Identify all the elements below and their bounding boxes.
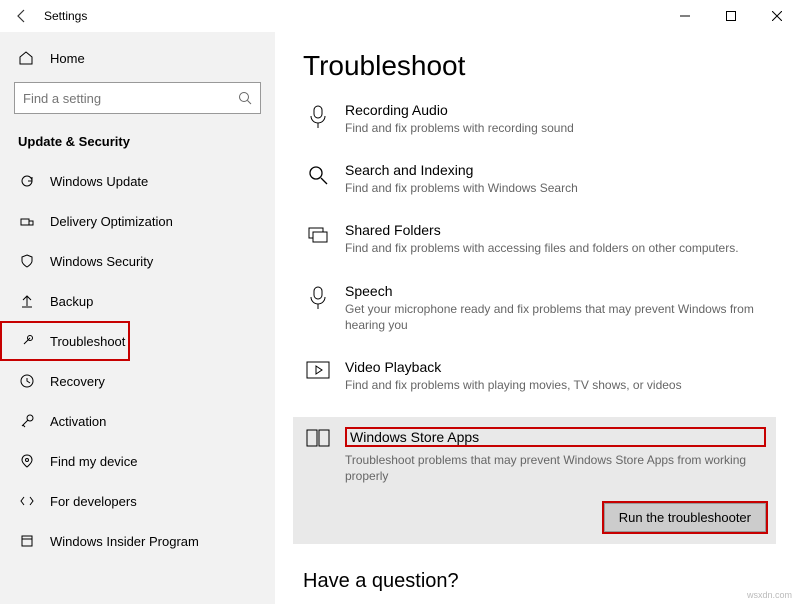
sidebar-item-delivery-optimization[interactable]: Delivery Optimization xyxy=(0,201,275,241)
sidebar-item-label: Find my device xyxy=(50,454,137,469)
troubleshooter-desc: Find and fix problems with Windows Searc… xyxy=(345,180,770,196)
recovery-icon xyxy=(18,373,36,389)
shield-icon xyxy=(18,253,36,269)
sidebar-home-label: Home xyxy=(50,51,85,66)
troubleshooter-video-playback[interactable]: Video Playback Find and fix problems wit… xyxy=(303,357,770,395)
home-icon xyxy=(18,50,36,66)
close-button[interactable] xyxy=(754,0,800,32)
sidebar-home[interactable]: Home xyxy=(0,38,275,78)
sidebar-item-for-developers[interactable]: For developers xyxy=(0,481,275,521)
troubleshooter-list: Recording Audio Find and fix problems wi… xyxy=(303,100,770,544)
sidebar-item-label: Backup xyxy=(50,294,93,309)
troubleshooter-title: Video Playback xyxy=(345,359,770,375)
search-icon xyxy=(303,164,333,186)
troubleshooter-desc: Find and fix problems with playing movie… xyxy=(345,377,770,393)
troubleshooter-desc: Find and fix problems with accessing fil… xyxy=(345,240,770,256)
minimize-button[interactable] xyxy=(662,0,708,32)
troubleshooter-title: Windows Store Apps xyxy=(345,427,766,447)
sidebar-item-insider[interactable]: Windows Insider Program xyxy=(0,521,275,561)
code-icon xyxy=(18,493,36,509)
sidebar: Home Update & Security Windows Update De… xyxy=(0,32,275,604)
troubleshooter-title: Recording Audio xyxy=(345,102,770,118)
sidebar-item-label: Windows Insider Program xyxy=(50,534,199,549)
delivery-icon xyxy=(18,213,36,229)
insider-icon xyxy=(18,533,36,549)
run-troubleshooter-button[interactable]: Run the troubleshooter xyxy=(604,503,766,532)
sidebar-item-label: Recovery xyxy=(50,374,105,389)
sync-icon xyxy=(18,173,36,189)
window-title: Settings xyxy=(44,9,87,23)
microphone-icon xyxy=(303,104,333,130)
sidebar-item-backup[interactable]: Backup xyxy=(0,281,275,321)
maximize-button[interactable] xyxy=(708,0,754,32)
content-area: Troubleshoot Recording Audio Find and fi… xyxy=(275,32,800,604)
troubleshooter-speech[interactable]: Speech Get your microphone ready and fix… xyxy=(303,281,770,335)
troubleshooter-title: Shared Folders xyxy=(345,222,770,238)
sidebar-item-activation[interactable]: Activation xyxy=(0,401,275,441)
apps-icon xyxy=(303,429,333,447)
sidebar-item-windows-security[interactable]: Windows Security xyxy=(0,241,275,281)
troubleshooter-windows-store-apps[interactable]: Windows Store Apps Troubleshoot problems… xyxy=(293,417,776,543)
microphone-icon xyxy=(303,285,333,311)
page-title: Troubleshoot xyxy=(303,50,770,82)
troubleshooter-search-indexing[interactable]: Search and Indexing Find and fix problem… xyxy=(303,160,770,198)
key-icon xyxy=(18,413,36,429)
sidebar-item-troubleshoot[interactable]: Troubleshoot xyxy=(0,321,130,361)
sidebar-item-find-device[interactable]: Find my device xyxy=(0,441,275,481)
troubleshooter-title: Speech xyxy=(345,283,770,299)
sidebar-item-label: Windows Update xyxy=(50,174,148,189)
troubleshooter-title: Search and Indexing xyxy=(345,162,770,178)
sidebar-item-label: Troubleshoot xyxy=(50,334,125,349)
troubleshooter-desc: Troubleshoot problems that may prevent W… xyxy=(345,452,766,484)
sidebar-item-label: Activation xyxy=(50,414,106,429)
video-icon xyxy=(303,361,333,379)
watermark: wsxdn.com xyxy=(747,590,792,600)
search-input[interactable] xyxy=(23,91,238,106)
backup-icon xyxy=(18,293,36,309)
sidebar-item-windows-update[interactable]: Windows Update xyxy=(0,161,275,201)
sidebar-section-header: Update & Security xyxy=(0,126,275,161)
sidebar-item-label: Windows Security xyxy=(50,254,153,269)
title-bar: Settings xyxy=(0,0,800,32)
search-box[interactable] xyxy=(14,82,261,114)
troubleshooter-desc: Find and fix problems with recording sou… xyxy=(345,120,770,136)
question-heading: Have a question? xyxy=(303,570,770,593)
location-icon xyxy=(18,453,36,469)
back-button[interactable] xyxy=(14,8,34,24)
troubleshooter-shared-folders[interactable]: Shared Folders Find and fix problems wit… xyxy=(303,220,770,258)
troubleshooter-desc: Get your microphone ready and fix proble… xyxy=(345,301,770,333)
window-controls xyxy=(662,0,800,32)
wrench-icon xyxy=(18,333,36,349)
troubleshooter-recording-audio[interactable]: Recording Audio Find and fix problems wi… xyxy=(303,100,770,138)
folder-icon xyxy=(303,224,333,246)
search-icon xyxy=(238,91,252,105)
sidebar-item-label: Delivery Optimization xyxy=(50,214,173,229)
sidebar-item-recovery[interactable]: Recovery xyxy=(0,361,275,401)
sidebar-item-label: For developers xyxy=(50,494,137,509)
